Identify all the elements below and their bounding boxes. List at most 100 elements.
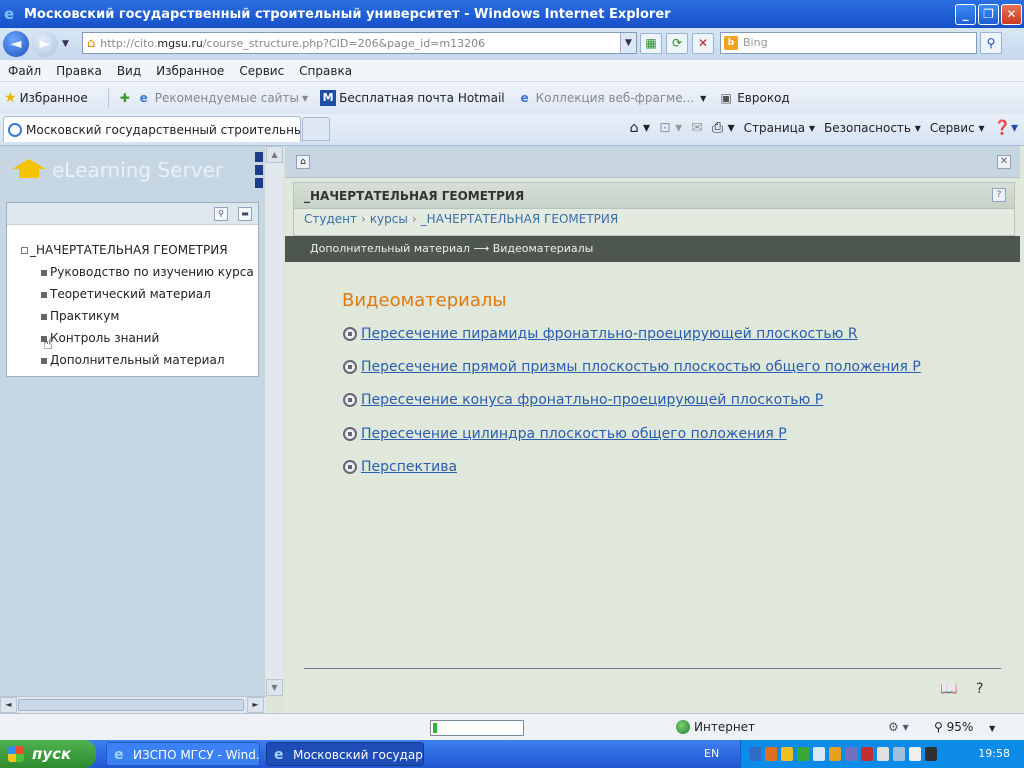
tree-item-theory[interactable]: Теоретический материал (41, 287, 211, 301)
video-link-text[interactable]: Перспектива (361, 459, 457, 475)
address-url[interactable]: http://cito.mgsu.ru/course_structure.php… (100, 37, 485, 50)
back-button[interactable]: ◄ (3, 31, 29, 57)
app-tray-icon[interactable] (797, 747, 809, 761)
video-link-text[interactable]: Пересечение конуса фронатльно-проецирующ… (361, 392, 823, 408)
start-label: пуск (32, 745, 72, 763)
scroll-thumb[interactable] (18, 699, 244, 711)
fav-item-webslices[interactable]: e Коллекция веб-фрагме... ▼ (517, 90, 707, 106)
tree-item-assessment[interactable]: Контроль знаний (41, 331, 159, 345)
home-icon[interactable]: ⌂ (296, 155, 310, 169)
app-tray-icon[interactable] (781, 747, 793, 761)
collapse-icon[interactable] (255, 152, 263, 162)
menu-tools[interactable]: Сервис (239, 64, 284, 78)
expand-icon[interactable] (255, 165, 263, 175)
breadcrumb-student[interactable]: Студент (304, 212, 357, 226)
fav-item-eurocode[interactable]: ▣ Еврокод (718, 90, 790, 106)
video-link[interactable]: Пересечение цилиндра плоскостью общего п… (343, 426, 787, 442)
history-dropdown-icon[interactable]: ▼ (62, 39, 69, 49)
tree-root[interactable]: _НАЧЕРТАТЕЛЬНАЯ ГЕОМЕТРИЯ (21, 243, 228, 257)
close-icon[interactable]: ✕ (997, 155, 1011, 169)
menu-view[interactable]: Вид (117, 64, 141, 78)
network-icon[interactable] (893, 747, 905, 761)
tab-active[interactable]: Московский государственный строительный … (3, 116, 301, 142)
security-zone[interactable]: Интернет (676, 720, 755, 734)
video-link[interactable]: Перспектива (343, 459, 457, 475)
refresh-icon[interactable]: ⟳ (666, 33, 688, 54)
search-input[interactable]: b Bing (720, 32, 977, 54)
menu-favorites[interactable]: Избранное (156, 64, 224, 78)
app-tray-icon[interactable] (813, 747, 825, 761)
video-link-text[interactable]: Пересечение пирамиды фронатльно-проециру… (361, 326, 858, 342)
video-link-text[interactable]: Пересечение прямой призмы плоскостью пло… (361, 359, 921, 375)
app-tray-icon[interactable] (925, 747, 937, 761)
start-button[interactable]: пуск (0, 740, 96, 768)
msn-icon: M (320, 90, 337, 106)
menu-edit[interactable]: Правка (56, 64, 102, 78)
scroll-up-icon[interactable]: ▲ (266, 146, 283, 163)
minimize-button[interactable]: _ (955, 3, 976, 25)
app-tray-icon[interactable] (765, 747, 777, 761)
app-tray-icon[interactable] (909, 747, 921, 761)
search-button[interactable]: ⚲ (980, 32, 1002, 54)
page-title: Видеоматериалы (342, 290, 507, 311)
page-menu[interactable]: Страница ▾ (744, 121, 815, 135)
scroll-right-icon[interactable]: ► (247, 697, 264, 713)
video-link[interactable]: Пересечение прямой призмы плоскостью пло… (343, 359, 921, 375)
tree-item-additional[interactable]: Дополнительный материал (41, 353, 225, 367)
language-indicator[interactable]: EN (704, 740, 719, 768)
left-vertical-scrollbar[interactable]: ▲ ▼ (266, 146, 283, 696)
favorites-button[interactable]: ★ Избранное (4, 90, 88, 106)
home-icon[interactable]: ⌂ ▾ (630, 120, 650, 136)
app-tray-icon[interactable] (861, 747, 873, 761)
tree-item-guide[interactable]: Руководство по изучению курса (41, 265, 254, 279)
tree-item-practice[interactable]: Практикум (41, 309, 119, 323)
new-tab-button[interactable] (302, 117, 330, 141)
stop-icon[interactable]: ✕ (692, 33, 714, 54)
menu-help[interactable]: Справка (299, 64, 352, 78)
bluetooth-icon[interactable] (749, 747, 761, 761)
rss-icon[interactable]: ⊡ ▾ (659, 120, 682, 136)
scroll-down-icon[interactable]: ▼ (266, 679, 283, 696)
breadcrumb: Студент › курсы › _НАЧЕРТАТЕЛЬНАЯ ГЕОМЕТРИЯ (304, 212, 618, 226)
safety-menu[interactable]: Безопасность ▾ (824, 121, 921, 135)
left-panel: eLearning Server ⚲ ▬ _НАЧЕРТАТЕЛЬНАЯ ГЕО… (0, 146, 283, 713)
app-tray-icon[interactable] (829, 747, 841, 761)
compatibility-view-icon[interactable]: ▦ (640, 33, 662, 54)
address-bar[interactable]: ⌂ http://cito.mgsu.ru/course_structure.p… (82, 32, 637, 54)
help-icon[interactable]: ❓▾ (994, 120, 1018, 136)
tools-menu[interactable]: Сервис ▾ (930, 121, 985, 135)
bullet-icon (41, 357, 47, 364)
volume-icon[interactable] (877, 747, 889, 761)
breadcrumb-courses[interactable]: курсы (370, 212, 408, 226)
fav-item-label: Еврокод (737, 91, 790, 105)
fav-item-suggested[interactable]: e Рекомендуемые сайты ▼ (136, 90, 308, 106)
print-icon[interactable]: ⎙ ▾ (712, 120, 735, 136)
zoom-control[interactable]: ⚲ 95% ▼ (934, 720, 995, 734)
taskbar-item-izspo[interactable]: e ИЗСПО МГСУ - Wind... (106, 742, 260, 766)
breadcrumb-course[interactable]: _НАЧЕРТАТЕЛЬНАЯ ГЕОМЕТРИЯ (421, 212, 619, 226)
taskbar-item-mgsu[interactable]: e Московский государ... (266, 742, 424, 766)
maximize-button[interactable]: ❐ (978, 3, 999, 25)
help-icon[interactable]: ? (976, 681, 983, 697)
add-favorite-icon[interactable]: ✚ (117, 90, 133, 106)
menu-file[interactable]: Файл (8, 64, 41, 78)
app-tray-icon[interactable] (845, 747, 857, 761)
fav-item-hotmail[interactable]: M Бесплатная почта Hotmail (320, 90, 505, 106)
scroll-left-icon[interactable]: ◄ (0, 697, 17, 713)
book-icon[interactable]: 📖 (940, 681, 957, 697)
help-icon[interactable]: ? (992, 188, 1006, 202)
video-link[interactable]: Пересечение пирамиды фронатльно-проециру… (343, 326, 858, 342)
video-link-text[interactable]: Пересечение цилиндра плоскостью общего п… (361, 426, 787, 442)
panel-collapse-controls[interactable] (255, 152, 264, 192)
expand-icon[interactable] (255, 178, 263, 188)
tree-search-icon[interactable]: ⚲ (214, 207, 228, 221)
video-link[interactable]: Пересечение конуса фронатльно-проецирующ… (343, 392, 823, 408)
close-button[interactable]: ✕ (1001, 3, 1022, 25)
mail-icon[interactable]: ✉ (691, 120, 703, 136)
breadcrumb-separator: › (411, 212, 417, 226)
address-dropdown-icon[interactable]: ▼ (620, 33, 636, 53)
tree-window-icon[interactable]: ▬ (238, 207, 252, 221)
forward-button[interactable]: ► (32, 31, 58, 57)
left-horizontal-scrollbar[interactable]: ◄ ► (0, 696, 266, 713)
protected-mode-icon[interactable]: ⚙ ▾ (888, 720, 909, 734)
